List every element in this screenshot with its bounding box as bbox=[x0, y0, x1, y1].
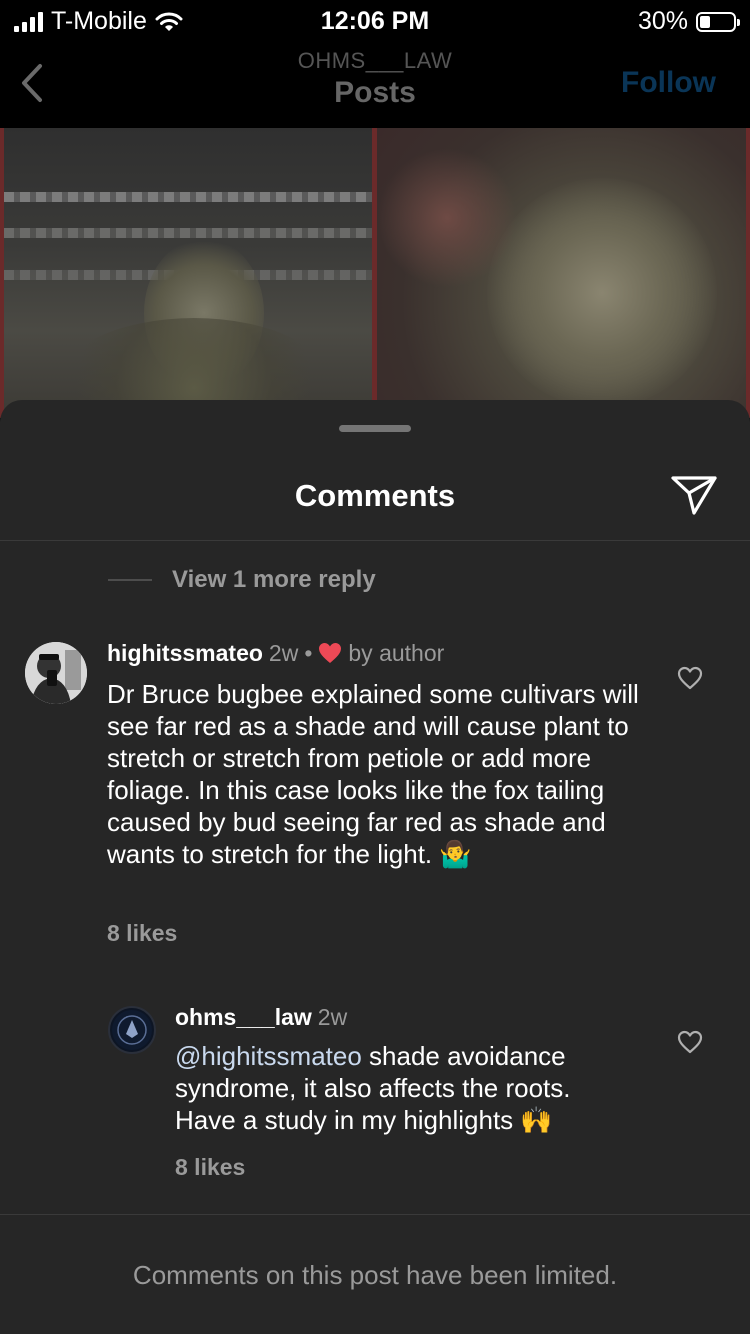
follow-button[interactable]: Follow bbox=[621, 66, 716, 100]
posts-header: OHMS___LAW Posts Follow bbox=[0, 40, 750, 128]
avatar[interactable] bbox=[25, 642, 87, 704]
sheet-divider-top bbox=[0, 540, 750, 541]
post-image-right[interactable] bbox=[377, 128, 746, 418]
status-right: 30% bbox=[637, 7, 740, 36]
sheet-title: Comments bbox=[294, 478, 456, 513]
comment-meta: highitssmateo 2w • by author bbox=[107, 640, 444, 667]
battery-icon bbox=[696, 11, 740, 32]
comment-text: Dr Bruce bugbee explained some cultivars… bbox=[107, 679, 639, 869]
reply-line bbox=[108, 579, 152, 581]
battery-percent: 30% bbox=[637, 7, 688, 35]
battery-fill bbox=[700, 15, 710, 28]
heart-outline-icon[interactable] bbox=[677, 1030, 703, 1054]
reply-mention[interactable]: @highitssmateo bbox=[175, 1041, 362, 1071]
reply-username[interactable]: ohms___law bbox=[175, 1004, 312, 1030]
liked-by-author-label: by author bbox=[348, 640, 445, 666]
reply-time: 2w bbox=[317, 1004, 348, 1030]
comment-username[interactable]: highitssmateo bbox=[107, 640, 263, 666]
view-more-replies-button[interactable]: View 1 more reply bbox=[108, 566, 376, 594]
sheet-divider-bottom bbox=[0, 1214, 750, 1215]
heart-outline-icon[interactable] bbox=[677, 666, 703, 690]
paper-plane-icon[interactable] bbox=[670, 474, 718, 516]
reply-likes[interactable]: 8 likes bbox=[175, 1154, 245, 1181]
avatar[interactable] bbox=[108, 1006, 156, 1054]
comment-time: 2w bbox=[268, 640, 299, 666]
comment-likes[interactable]: 8 likes bbox=[107, 920, 177, 947]
reply-meta: ohms___law 2w bbox=[175, 1004, 347, 1031]
comment-item: highitssmateo 2w • by author Dr Bruce bugbe… bbox=[0, 638, 750, 958]
heart-filled-icon bbox=[319, 643, 342, 663]
comments-sheet: Comments View 1 more reply highitssmateo… bbox=[0, 400, 750, 1334]
avatar-logo bbox=[112, 1010, 152, 1050]
meta-separator: • bbox=[304, 640, 313, 666]
avatar-photo bbox=[25, 642, 87, 704]
post-photos bbox=[0, 128, 750, 418]
comments-limited-note: Comments on this post have been limited. bbox=[132, 1260, 618, 1290]
reply-item: ohms___law 2w @highitssmateo shade avoida… bbox=[0, 1002, 750, 1202]
view-more-replies-label: View 1 more reply bbox=[172, 566, 376, 593]
reply-text: @highitssmateo shade avoidance syndrome,… bbox=[175, 1040, 635, 1136]
post-image-left[interactable] bbox=[4, 128, 372, 418]
sheet-drag-handle[interactable] bbox=[339, 425, 411, 432]
status-bar: T-Mobile 12:06 PM 30% bbox=[0, 0, 750, 40]
